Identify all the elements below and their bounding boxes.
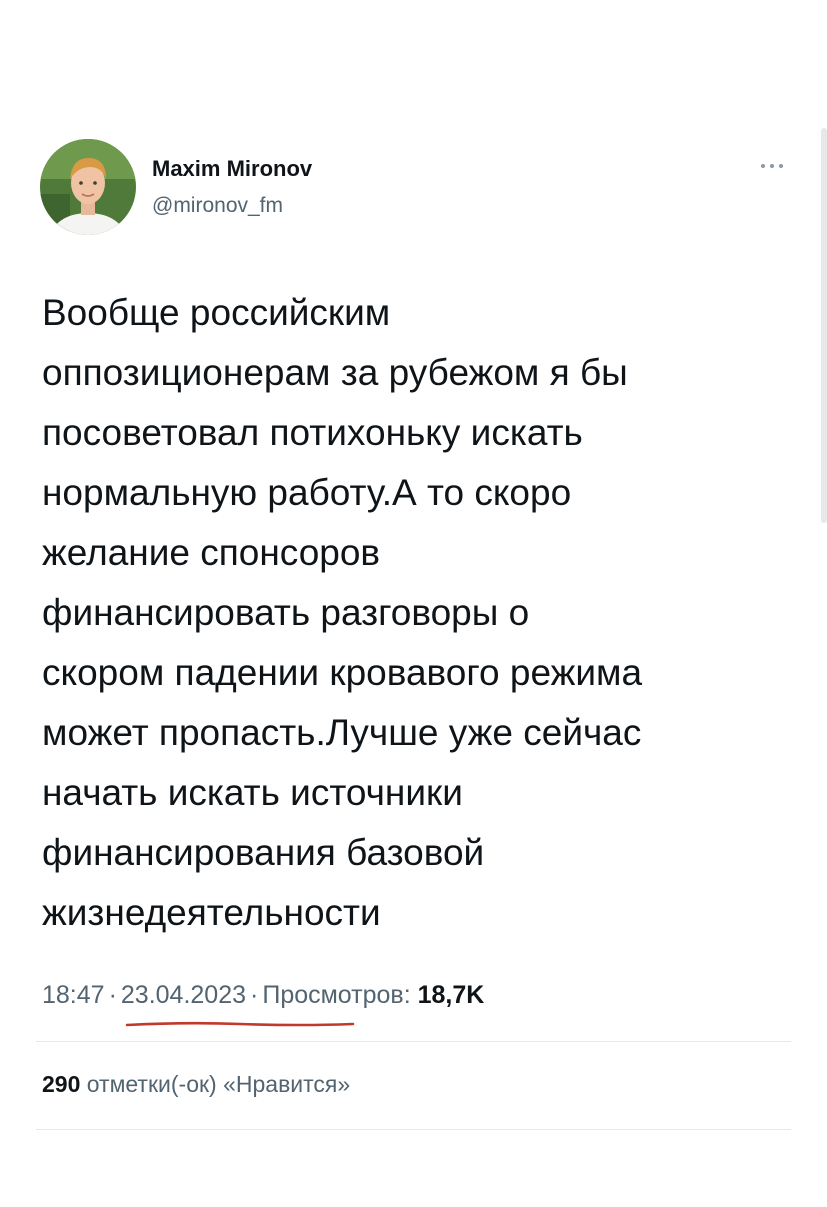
likes-label: отметки(-ок) «Нравится»: [86, 1071, 351, 1097]
tweet-text-line: может пропасть.Лучше уже сейчас: [42, 712, 642, 753]
scrollbar[interactable]: [821, 128, 827, 523]
tweet-text-line: оппозиционерам за рубежом я бы: [42, 352, 628, 393]
author-handle[interactable]: @mironov_fm: [152, 194, 283, 218]
tweet-text-line: скором падении кровавого режима: [42, 652, 643, 693]
divider: [36, 1129, 791, 1130]
meta-separator: ·: [108, 981, 117, 1009]
tweet-text-line: начать искать источники: [42, 772, 463, 813]
tweet-text-line: нормальную работу.А то скоро: [42, 472, 572, 513]
tweet-text-line: финансирования базовой: [42, 832, 485, 873]
date-underline-annotation: [125, 1021, 355, 1027]
tweet-meta: 18:47 · 23.04.2023 · Просмотров: 18,7K: [42, 981, 484, 1010]
tweet-text-line: посоветовал потихоньку искать: [42, 412, 583, 453]
tweet-text-line: Вообще российским: [42, 292, 391, 333]
meta-separator: ·: [250, 981, 259, 1009]
likes-row[interactable]: 290 отметки(-ок) «Нравится»: [42, 1071, 350, 1098]
tweet-date[interactable]: 23.04.2023: [121, 981, 246, 1009]
avatar[interactable]: [40, 139, 136, 235]
tweet-text-line: финансировать разговоры о: [42, 592, 530, 633]
divider: [36, 1041, 791, 1042]
tweet-text-line: жизнедеятельности: [42, 892, 381, 933]
tweet-text-line: желание спонсоров: [42, 532, 381, 573]
tweet-page: Maxim Mironov @mironov_fm Вообще российс…: [0, 0, 827, 1207]
author-display-name[interactable]: Maxim Mironov: [152, 156, 312, 182]
likes-count: 290: [42, 1071, 81, 1097]
tweet-text: Вообще российским оппозиционерам за рубе…: [42, 283, 802, 943]
avatar-photo: [40, 139, 136, 235]
more-horizontal-icon[interactable]: [757, 158, 787, 174]
views-count[interactable]: 18,7K: [418, 981, 485, 1009]
views-label: Просмотров:: [262, 981, 411, 1009]
tweet-time[interactable]: 18:47: [42, 981, 105, 1009]
